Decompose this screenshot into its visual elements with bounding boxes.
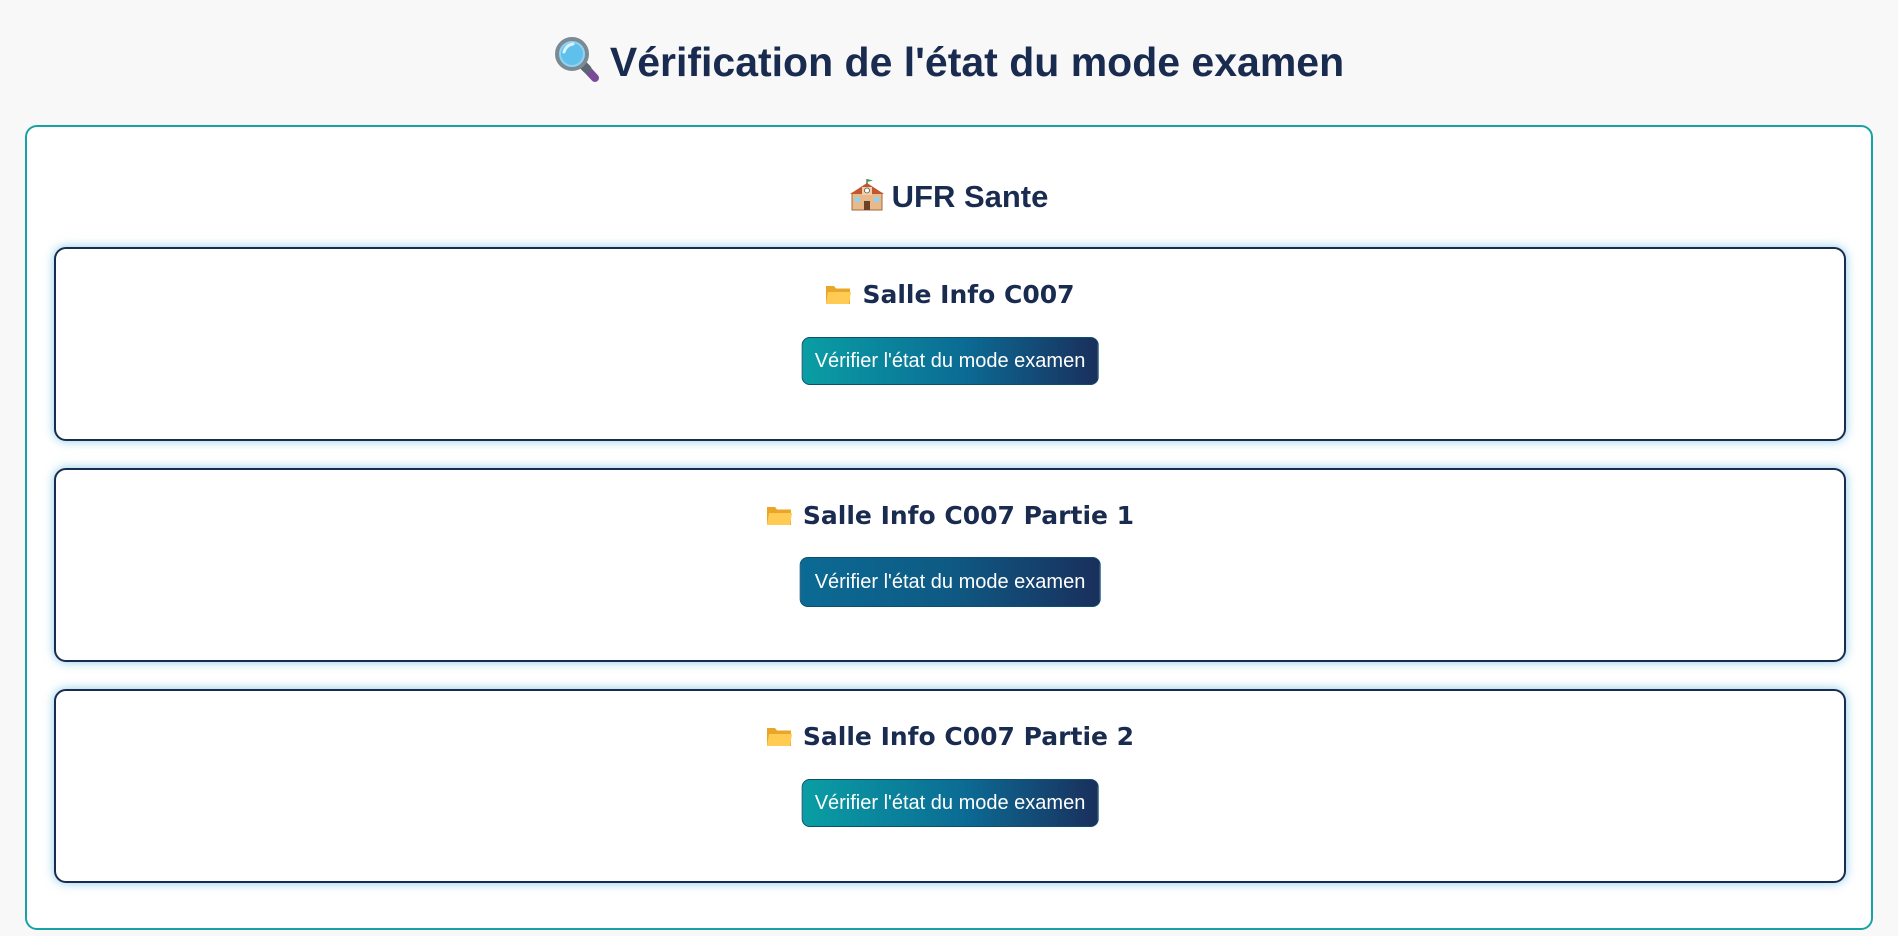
room-card: Salle Info C007 Vérifier l'état du mode … xyxy=(54,247,1846,441)
faculty-title: UFR Sante xyxy=(27,175,1871,219)
room-title: Salle Info C007 Partie 2 xyxy=(56,719,1844,755)
folder-icon xyxy=(766,728,792,746)
room-name: Salle Info C007 Partie 1 xyxy=(802,501,1135,530)
folder-icon xyxy=(766,507,792,525)
check-exam-mode-button[interactable]: Vérifier l'état du mode examen xyxy=(801,779,1099,827)
room-card: Salle Info C007 Partie 1 Vérifier l'état… xyxy=(54,468,1846,662)
faculty-card: UFR Sante Salle Info C007 Vérifier l'éta… xyxy=(25,125,1873,930)
page: Vérification de l'état du mode examen UF… xyxy=(0,0,1898,936)
room-title: Salle Info C007 xyxy=(56,277,1844,313)
page-title: Vérification de l'état du mode examen xyxy=(0,34,1898,90)
room-title: Salle Info C007 Partie 1 xyxy=(56,498,1844,534)
room-name: Salle Info C007 xyxy=(862,280,1075,309)
check-exam-mode-button[interactable]: Vérifier l'état du mode examen xyxy=(801,337,1099,385)
magnifier-icon xyxy=(554,37,599,82)
school-icon xyxy=(849,179,884,211)
room-card: Salle Info C007 Partie 2 Vérifier l'état… xyxy=(54,689,1846,883)
room-name: Salle Info C007 Partie 2 xyxy=(802,722,1135,751)
check-exam-mode-button[interactable]: Vérifier l'état du mode examen xyxy=(799,557,1101,607)
faculty-name: UFR Sante xyxy=(891,179,1049,214)
folder-icon xyxy=(826,286,852,304)
page-title-text: Vérification de l'état du mode examen xyxy=(609,39,1345,85)
